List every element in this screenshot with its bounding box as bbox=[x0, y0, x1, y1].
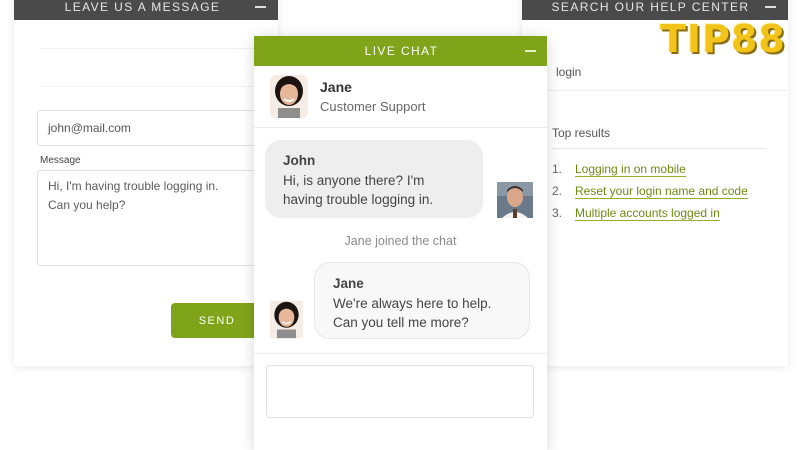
leave-message-title: LEAVE US A MESSAGE bbox=[64, 0, 221, 14]
message-sender: Jane bbox=[333, 276, 364, 291]
brand-logo: TIP88 bbox=[660, 17, 786, 61]
user-avatar bbox=[497, 182, 533, 218]
result-item: 3. Multiple accounts logged in bbox=[552, 202, 748, 224]
search-input[interactable]: login bbox=[556, 65, 581, 79]
live-chat-window: LIVE CHAT Jane Customer Support John Hi,… bbox=[254, 36, 547, 450]
result-number: 2. bbox=[552, 184, 563, 198]
result-item: 2. Reset your login name and code bbox=[552, 180, 748, 202]
page: LEAVE US A MESSAGE john@mail.com Message… bbox=[0, 0, 800, 450]
minimize-icon[interactable] bbox=[525, 50, 536, 52]
message-sender: John bbox=[283, 153, 316, 168]
search-underline bbox=[548, 90, 788, 91]
minimize-icon[interactable] bbox=[255, 6, 266, 8]
message-text-line: Can you tell me more? bbox=[333, 315, 469, 330]
message-line: Can you help? bbox=[48, 198, 126, 212]
divider bbox=[40, 48, 266, 49]
live-chat-header[interactable]: LIVE CHAT bbox=[254, 36, 547, 66]
message-text-line: We're always here to help. bbox=[333, 296, 492, 311]
agent-role: Customer Support bbox=[320, 99, 426, 114]
result-link[interactable]: Reset your login name and code bbox=[575, 184, 748, 199]
message-text-line: having trouble logging in. bbox=[283, 192, 434, 207]
leave-message-header[interactable]: LEAVE US A MESSAGE bbox=[14, 0, 278, 20]
agent-avatar bbox=[270, 75, 308, 118]
agent-bar: Jane Customer Support bbox=[254, 66, 547, 128]
chat-message: John Hi, is anyone there? I'm having tro… bbox=[265, 140, 483, 218]
results-list: 1. Logging in on mobile 2. Reset your lo… bbox=[552, 158, 748, 224]
chat-message: Jane We're always here to help. Can you … bbox=[314, 262, 530, 339]
message-field[interactable]: Hi, I'm having trouble logging in. Can y… bbox=[37, 170, 263, 266]
divider bbox=[552, 148, 766, 149]
message-line: Hi, I'm having trouble logging in. bbox=[48, 179, 219, 193]
message-text-line: Hi, is anyone there? I'm bbox=[283, 173, 425, 188]
leave-message-panel: LEAVE US A MESSAGE john@mail.com Message… bbox=[14, 0, 278, 366]
minimize-icon[interactable] bbox=[765, 6, 776, 8]
system-message: Jane joined the chat bbox=[344, 234, 457, 248]
message-label: Message bbox=[40, 155, 81, 166]
divider bbox=[40, 86, 266, 87]
live-chat-title: LIVE CHAT bbox=[364, 44, 439, 58]
send-button[interactable]: SEND bbox=[171, 303, 263, 338]
divider bbox=[254, 353, 547, 354]
help-center-title: SEARCH OUR HELP CENTER bbox=[551, 0, 750, 14]
result-number: 1. bbox=[552, 162, 563, 176]
chat-input[interactable] bbox=[266, 365, 534, 418]
results-heading: Top results bbox=[552, 126, 611, 140]
agent-name: Jane bbox=[320, 79, 352, 95]
result-link[interactable]: Logging in on mobile bbox=[575, 162, 686, 177]
email-field[interactable]: john@mail.com bbox=[37, 110, 263, 146]
result-number: 3. bbox=[552, 206, 563, 220]
result-link[interactable]: Multiple accounts logged in bbox=[575, 206, 720, 221]
agent-avatar bbox=[270, 300, 303, 339]
result-item: 1. Logging in on mobile bbox=[552, 158, 748, 180]
